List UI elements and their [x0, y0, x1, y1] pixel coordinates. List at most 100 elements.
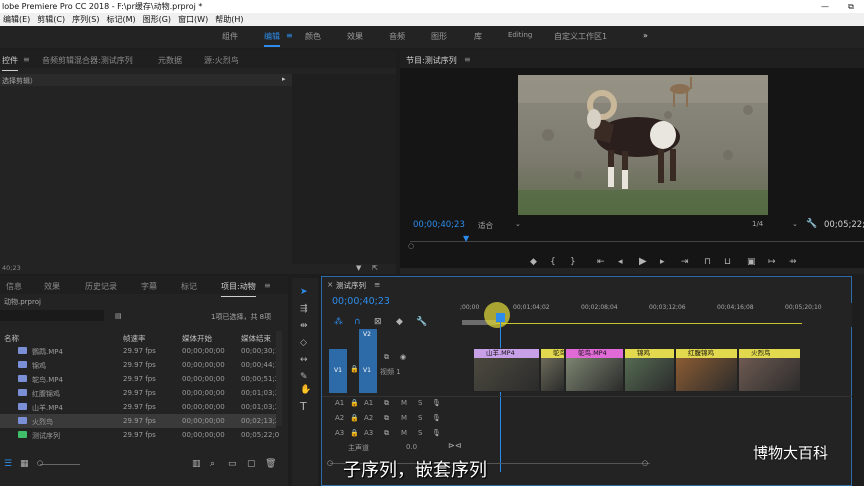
video-clip[interactable]: 鸵鸟	[540, 348, 565, 392]
hand-tool-icon[interactable]: ✋	[300, 386, 311, 395]
tab-markers[interactable]: 标记	[181, 281, 197, 292]
solo-button[interactable]: S	[418, 414, 422, 422]
insert-icon[interactable]: ↦	[768, 258, 776, 267]
project-row[interactable]: 测试序列 29.97 fps 00;00;00;00 00;05;22;0	[0, 428, 279, 442]
quality-dropdown-chevron-icon[interactable]: ⌄	[792, 220, 798, 228]
audio-sync-icon[interactable]: ⧉	[384, 429, 389, 438]
audio-track-target[interactable]: A3	[364, 429, 373, 437]
camera-icon[interactable]: ▣	[747, 258, 756, 267]
step-forward-icon[interactable]: ▸	[660, 258, 665, 267]
pen-tool-icon[interactable]: ✎	[300, 373, 308, 382]
find-icon[interactable]: ⌕	[210, 460, 215, 469]
new-item-icon[interactable]: ▢	[247, 460, 256, 469]
audio-source-patch[interactable]: A1	[335, 399, 344, 407]
lift-icon[interactable]: ⊓	[704, 258, 711, 267]
video-clip[interactable]: 锦鸡	[624, 348, 675, 392]
type-tool-icon[interactable]: T	[300, 401, 307, 412]
workspace-assembly[interactable]: 组件	[222, 31, 238, 42]
project-row[interactable]: 鸵鸟.MP4 29.97 fps 00;00;00;00 00;00;51;2	[0, 372, 279, 386]
tab-info[interactable]: 信息	[6, 281, 22, 292]
restore-button[interactable]: ⧉	[838, 0, 864, 13]
tab-metadata[interactable]: 元数据	[158, 55, 182, 66]
menu-edit[interactable]: 编辑(E)	[0, 13, 34, 26]
mark-out-icon[interactable]: }	[570, 258, 576, 267]
tab-program[interactable]: 节目:测试序列	[406, 55, 457, 71]
menu-clip[interactable]: 剪辑(C)	[34, 13, 69, 26]
menu-graphics[interactable]: 图形(G)	[140, 13, 175, 26]
add-marker-icon[interactable]: ◆	[530, 258, 537, 267]
nest-icon[interactable]: ⁂	[334, 318, 343, 327]
microphone-icon[interactable]: 🎙	[432, 429, 441, 438]
filter-icon[interactable]: ▼	[356, 264, 361, 273]
project-menu-icon[interactable]: ≡	[264, 281, 271, 290]
column-name[interactable]: 名称	[4, 333, 19, 344]
zoom-slider-handle-icon[interactable]: ○	[37, 459, 43, 468]
playhead-bar[interactable]	[410, 241, 864, 242]
trash-icon[interactable]: 🗑	[265, 460, 276, 469]
timeline-timecode[interactable]: 00;00;40;23	[332, 296, 390, 307]
tab-history[interactable]: 历史记录	[85, 281, 117, 292]
project-row[interactable]: 锦鸡 29.97 fps 00;00;00;00 00;00;44;1	[0, 358, 279, 372]
timeline-settings-icon[interactable]: 🔧	[416, 318, 427, 327]
audio-source-patch[interactable]: A3	[335, 429, 344, 437]
program-playhead-icon[interactable]: ▼	[463, 234, 469, 243]
master-end-icon[interactable]: ⊳⊲	[448, 441, 461, 450]
snap-icon[interactable]: ∩	[354, 318, 361, 327]
project-row[interactable]: 山羊.MP4 29.97 fps 00;00;00;00 00;01;03;2	[0, 400, 279, 414]
linked-selection-icon[interactable]: ⊠	[374, 318, 382, 327]
column-media-end[interactable]: 媒体结束	[241, 333, 271, 344]
program-timecode[interactable]: 00;00;40;23	[413, 220, 465, 230]
timeline-menu-icon[interactable]: ≡	[374, 280, 380, 289]
expand-arrow-icon[interactable]: ▸	[282, 75, 286, 83]
selection-tool-icon[interactable]: ➤	[300, 288, 308, 297]
menu-marker[interactable]: 标记(M)	[103, 13, 139, 26]
play-icon[interactable]: ▶	[639, 257, 647, 267]
solo-button[interactable]: S	[418, 429, 422, 437]
fit-dropdown[interactable]: 适合	[478, 220, 493, 231]
new-bin-footer-icon[interactable]: ▭	[228, 460, 237, 469]
audio-sync-icon[interactable]: ⧉	[384, 414, 389, 423]
microphone-icon[interactable]: 🎙	[432, 399, 441, 408]
audio-sync-icon[interactable]: ⧉	[384, 399, 389, 408]
audio-lock-icon[interactable]: 🔒	[350, 414, 359, 423]
workspace-custom[interactable]: 自定义工作区1	[554, 31, 607, 42]
workspace-color[interactable]: 颜色	[305, 31, 321, 42]
track-target-v[interactable]: V2 V1	[359, 329, 377, 393]
master-volume-value[interactable]: 0.0	[406, 443, 417, 451]
audio-lock-icon[interactable]: 🔒	[350, 429, 359, 438]
overwrite-icon[interactable]: ⇸	[789, 258, 797, 267]
add-marker-timeline-icon[interactable]: ◆	[396, 318, 403, 327]
zoom-handle-left-icon[interactable]: ○	[408, 242, 414, 250]
workspace-libraries[interactable]: 库	[474, 31, 482, 42]
audio-track-target[interactable]: A1	[364, 399, 373, 407]
v1-sync-icon[interactable]: ⧉	[384, 353, 389, 362]
timeline-close-icon[interactable]: ×	[327, 280, 333, 289]
mute-button[interactable]: M	[401, 399, 407, 407]
zoom-left-handle-icon[interactable]: ○	[327, 459, 333, 468]
mute-button[interactable]: M	[401, 429, 407, 437]
workspace-editing-en[interactable]: Editing	[508, 31, 532, 39]
project-row[interactable]: 鹦鹉.MP4 29.97 fps 00;00;00;00 00;00;30;1	[0, 344, 279, 358]
zoom-right-handle-icon[interactable]: ○	[642, 459, 648, 468]
tab-captions[interactable]: 字幕	[141, 281, 157, 292]
v1-lock-icon[interactable]: 🔒	[350, 365, 359, 374]
new-bin-icon[interactable]: ▤	[115, 312, 122, 321]
tab-audio-clip-mixer[interactable]: 音频剪辑混合器:测试序列	[42, 55, 133, 66]
slip-tool-icon[interactable]: ↔	[300, 356, 308, 365]
audio-source-patch[interactable]: A2	[335, 414, 344, 422]
project-scrollbar[interactable]	[276, 331, 282, 426]
column-media-start[interactable]: 媒体开始	[182, 333, 212, 344]
workspace-editing[interactable]: 编辑	[264, 31, 280, 47]
project-row[interactable]: 红腹锦鸡 29.97 fps 00;00;00;00 00;01;03;2	[0, 386, 279, 400]
video-clip[interactable]: 火烈鸟	[738, 348, 801, 392]
track-select-tool-icon[interactable]: ⇶	[300, 305, 308, 314]
tab-project[interactable]: 项目:动物	[221, 281, 256, 297]
tab-effect-controls[interactable]: 控件	[2, 55, 18, 71]
razor-tool-icon[interactable]: ◇	[300, 339, 307, 348]
workspace-overflow-icon[interactable]: »	[643, 31, 648, 40]
mute-button[interactable]: M	[401, 414, 407, 422]
zoom-slider[interactable]	[40, 464, 80, 465]
workspace-menu-icon[interactable]: ≡	[286, 31, 293, 40]
solo-button[interactable]: S	[418, 399, 422, 407]
icon-view-icon[interactable]: ▦	[20, 460, 29, 469]
